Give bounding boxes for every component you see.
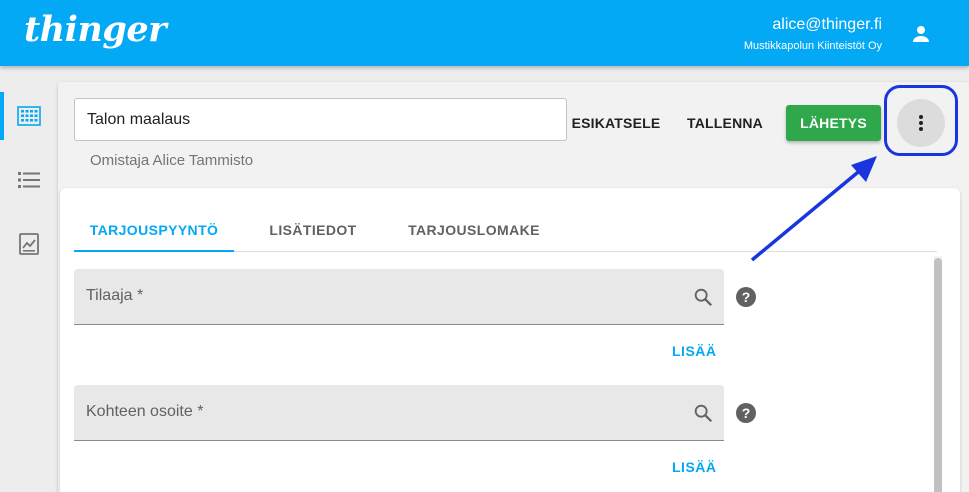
annotation-arrow xyxy=(750,156,877,262)
owner-text: Omistaja Alice Tammisto xyxy=(90,152,254,169)
app-logo[interactable]: thinger xyxy=(24,9,167,50)
more-vert-icon xyxy=(919,115,923,131)
app-header: thinger alice@thinger.fi Mustikkapolun K… xyxy=(0,0,969,66)
tab-tarjouslomake[interactable]: TARJOUSLOMAKE xyxy=(396,210,552,252)
tab-lisatiedot[interactable]: LISÄTIEDOT xyxy=(242,210,384,252)
send-button[interactable]: LÄHETYS xyxy=(786,105,881,141)
dashboard-grid-icon xyxy=(17,106,41,126)
svg-text:?: ? xyxy=(742,289,751,305)
user-email: alice@thinger.fi xyxy=(772,16,882,33)
search-icon[interactable] xyxy=(692,286,714,308)
preview-button[interactable]: ESIKATSELE xyxy=(570,105,662,141)
svg-text:?: ? xyxy=(742,405,751,421)
sidebar-item-reports[interactable] xyxy=(0,220,58,268)
customer-field-label: Tilaaja * xyxy=(86,287,144,304)
tab-tarjouspyynto[interactable]: TARJOUSPYYNTÖ xyxy=(74,210,234,252)
scrollbar-thumb[interactable] xyxy=(934,258,942,492)
editor-panel: Omistaja Alice Tammisto ESIKATSELE TALLE… xyxy=(58,82,969,492)
sidebar-item-dashboards[interactable] xyxy=(0,92,58,140)
search-icon[interactable] xyxy=(692,402,714,424)
help-icon[interactable]: ? xyxy=(736,287,756,307)
sidebar-item-list[interactable] xyxy=(0,156,58,204)
list-icon xyxy=(18,172,40,188)
customer-field[interactable]: Tilaaja * xyxy=(74,269,724,325)
sidebar xyxy=(0,66,58,492)
help-icon[interactable]: ? xyxy=(736,403,756,423)
title-input[interactable] xyxy=(74,98,567,141)
address-field-label: Kohteen osoite * xyxy=(86,403,204,420)
report-icon xyxy=(19,233,39,255)
add-customer-link[interactable]: LISÄÄ xyxy=(672,343,717,359)
user-organization: Mustikkapolun Kiinteistöt Oy xyxy=(743,40,882,52)
more-options-button[interactable] xyxy=(897,99,945,147)
annotation-highlight-box xyxy=(884,85,958,156)
address-field[interactable]: Kohteen osoite * xyxy=(74,385,724,441)
add-address-link[interactable]: LISÄÄ xyxy=(672,459,717,475)
save-button[interactable]: TALLENNA xyxy=(683,105,767,141)
person-icon[interactable] xyxy=(909,22,933,46)
